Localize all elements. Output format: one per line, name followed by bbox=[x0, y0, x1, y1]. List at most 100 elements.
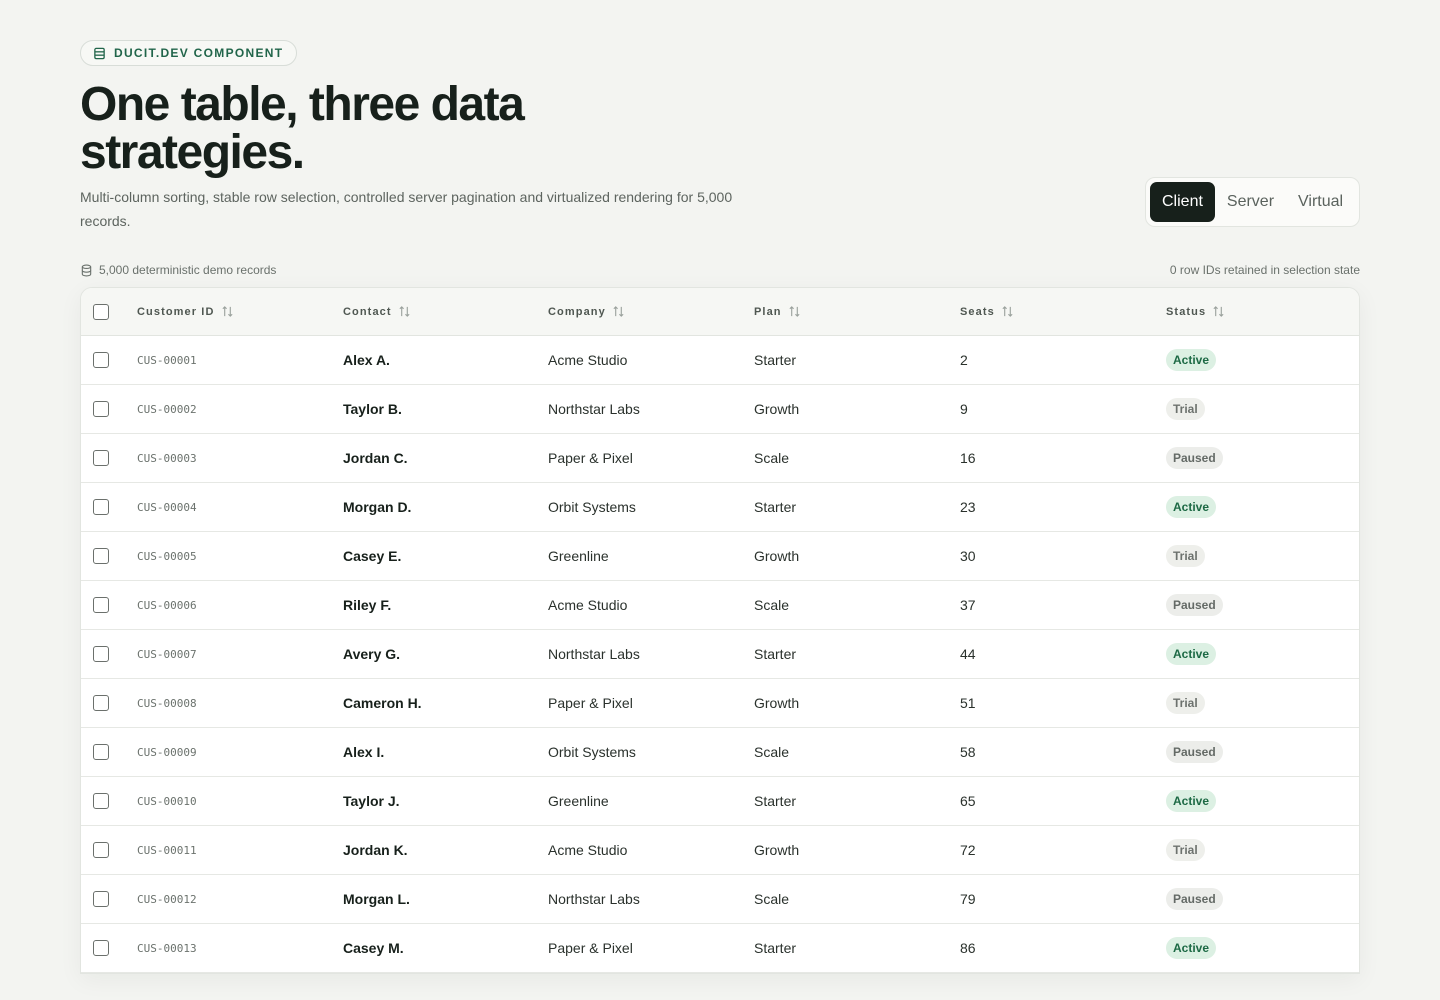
row-select-checkbox[interactable] bbox=[93, 499, 109, 515]
status-badge: Paused bbox=[1166, 594, 1223, 616]
sort-icon bbox=[1213, 306, 1224, 317]
table-row[interactable]: CUS-00009 Alex I. Orbit Systems Scale 58 Paus… bbox=[81, 728, 1359, 777]
row-select-checkbox[interactable] bbox=[93, 744, 109, 760]
cell-seats: 72 bbox=[960, 842, 976, 858]
mode-virtual-button[interactable]: Virtual bbox=[1286, 182, 1355, 222]
column-header-company[interactable]: Company bbox=[548, 305, 754, 318]
cell-company: Acme Studio bbox=[548, 842, 628, 858]
cell-plan: Scale bbox=[754, 597, 790, 613]
cell-company: Paper & Pixel bbox=[548, 450, 633, 466]
cell-plan: Growth bbox=[754, 842, 800, 858]
table-row[interactable]: CUS-00005 Casey E. Greenline Growth 30 Trial bbox=[81, 532, 1359, 581]
sort-icon bbox=[221, 306, 233, 317]
selection-state-label: 0 row IDs retained in selection state bbox=[1169, 263, 1360, 277]
cell-plan: Starter bbox=[754, 499, 797, 515]
row-select-checkbox[interactable] bbox=[93, 548, 109, 564]
cell-company: Northstar Labs bbox=[548, 891, 640, 907]
cell-seats: 16 bbox=[960, 450, 976, 466]
cell-customer-id: CUS-00009 bbox=[137, 745, 197, 759]
table-row[interactable]: CUS-00013 Casey M. Paper & Pixel Starter 86 A… bbox=[81, 924, 1359, 973]
cell-plan: Scale bbox=[754, 450, 790, 466]
cell-company: Greenline bbox=[548, 793, 609, 809]
column-header-label: Seats bbox=[960, 305, 995, 318]
cell-contact: Cameron H. bbox=[343, 695, 422, 711]
cell-plan: Growth bbox=[754, 695, 800, 711]
column-header-label: Contact bbox=[343, 305, 392, 318]
status-badge: Active bbox=[1166, 643, 1217, 665]
column-header-customer-id[interactable]: Customer ID bbox=[137, 305, 343, 318]
status-badge: Trial bbox=[1166, 692, 1205, 714]
table-row[interactable]: CUS-00011 Jordan K. Acme Studio Growth 72 Tri… bbox=[81, 826, 1359, 875]
cell-customer-id: CUS-00003 bbox=[137, 451, 197, 465]
column-header-plan[interactable]: Plan bbox=[754, 305, 960, 318]
row-select-checkbox[interactable] bbox=[93, 842, 109, 858]
cell-customer-id: CUS-00011 bbox=[137, 843, 197, 857]
cell-customer-id: CUS-00010 bbox=[137, 794, 197, 808]
cell-contact: Riley F. bbox=[343, 597, 392, 613]
row-select-checkbox[interactable] bbox=[93, 450, 109, 466]
row-select-checkbox[interactable] bbox=[93, 695, 109, 711]
cell-contact: Casey E. bbox=[343, 548, 402, 564]
row-select-checkbox[interactable] bbox=[93, 891, 109, 907]
sort-icon bbox=[1002, 306, 1013, 317]
cell-contact: Avery G. bbox=[343, 646, 401, 662]
cell-plan: Starter bbox=[754, 793, 797, 809]
cell-company: Orbit Systems bbox=[548, 499, 636, 515]
row-select-checkbox[interactable] bbox=[93, 401, 109, 417]
table-row[interactable]: CUS-00012 Morgan L. Northstar Labs Scale 79 P… bbox=[81, 875, 1359, 924]
row-select-checkbox[interactable] bbox=[93, 352, 109, 368]
cell-plan: Starter bbox=[754, 646, 797, 662]
table-row[interactable]: CUS-00007 Avery G. Northstar Labs Starter 44… bbox=[81, 630, 1359, 679]
cell-seats: 86 bbox=[960, 940, 976, 956]
column-header-status[interactable]: Status bbox=[1166, 305, 1359, 318]
cell-seats: 37 bbox=[960, 597, 976, 613]
cell-plan: Growth bbox=[754, 548, 800, 564]
cell-customer-id: CUS-00007 bbox=[137, 647, 197, 661]
cell-contact: Casey M. bbox=[343, 940, 404, 956]
table-row[interactable]: CUS-00001 Alex A. Acme Studio Starter 2 Activ… bbox=[81, 336, 1359, 385]
table-row[interactable]: CUS-00006 Riley F. Acme Studio Scale 37 Pause… bbox=[81, 581, 1359, 630]
row-select-checkbox[interactable] bbox=[93, 940, 109, 956]
row-select-checkbox[interactable] bbox=[93, 793, 109, 809]
table-row[interactable]: CUS-00002 Taylor B. Northstar Labs Growth 9 T… bbox=[81, 385, 1359, 434]
cell-company: Greenline bbox=[548, 548, 609, 564]
row-select-checkbox[interactable] bbox=[93, 646, 109, 662]
select-all-checkbox[interactable] bbox=[93, 303, 109, 320]
column-header-seats[interactable]: Seats bbox=[960, 305, 1166, 318]
column-header-label: Customer ID bbox=[137, 305, 215, 318]
database-icon bbox=[81, 264, 92, 276]
cell-customer-id: CUS-00001 bbox=[137, 353, 197, 367]
cell-plan: Scale bbox=[754, 891, 790, 907]
cell-contact: Taylor B. bbox=[343, 401, 402, 417]
cell-customer-id: CUS-00004 bbox=[137, 500, 197, 514]
column-header-label: Status bbox=[1166, 305, 1207, 318]
table-row[interactable]: CUS-00004 Morgan D. Orbit Systems Starter 23… bbox=[81, 483, 1359, 532]
table-meta-bar: 5,000 deterministic demo records 0 row I… bbox=[80, 263, 1360, 281]
cell-contact: Jordan C. bbox=[343, 450, 408, 466]
page-subtitle: Multi-column sorting, stable row selecti… bbox=[80, 189, 733, 229]
cell-company: Paper & Pixel bbox=[548, 940, 633, 956]
customers-table: Customer ID Contact Company Plan Seats S… bbox=[80, 287, 1360, 974]
status-badge: Trial bbox=[1166, 398, 1205, 420]
cell-contact: Morgan D. bbox=[343, 499, 412, 515]
table-row[interactable]: CUS-00010 Taylor J. Greenline Starter 65 Acti… bbox=[81, 777, 1359, 826]
component-badge: DUCIT.DEV COMPONENT bbox=[80, 40, 298, 66]
table-row[interactable]: CUS-00003 Jordan C. Paper & Pixel Scale 16 Pa… bbox=[81, 434, 1359, 483]
sort-icon bbox=[399, 306, 410, 317]
column-header-contact[interactable]: Contact bbox=[343, 305, 548, 318]
cell-contact: Alex I. bbox=[343, 744, 385, 760]
cell-customer-id: CUS-00012 bbox=[137, 892, 197, 906]
cell-company: Paper & Pixel bbox=[548, 695, 633, 711]
cell-company: Orbit Systems bbox=[548, 744, 636, 760]
cell-contact: Morgan L. bbox=[343, 891, 410, 907]
mode-segmented-control: Client Server Virtual bbox=[1145, 177, 1360, 227]
mode-server-button[interactable]: Server bbox=[1215, 182, 1286, 222]
row-select-checkbox[interactable] bbox=[93, 597, 109, 613]
cell-customer-id: CUS-00006 bbox=[137, 598, 197, 612]
cell-seats: 30 bbox=[960, 548, 976, 564]
table-row[interactable]: CUS-00008 Cameron H. Paper & Pixel Growth 51… bbox=[81, 679, 1359, 728]
status-badge: Paused bbox=[1166, 741, 1223, 763]
status-badge: Trial bbox=[1166, 545, 1205, 567]
mode-client-button[interactable]: Client bbox=[1150, 182, 1215, 222]
cell-customer-id: CUS-00013 bbox=[137, 941, 197, 955]
